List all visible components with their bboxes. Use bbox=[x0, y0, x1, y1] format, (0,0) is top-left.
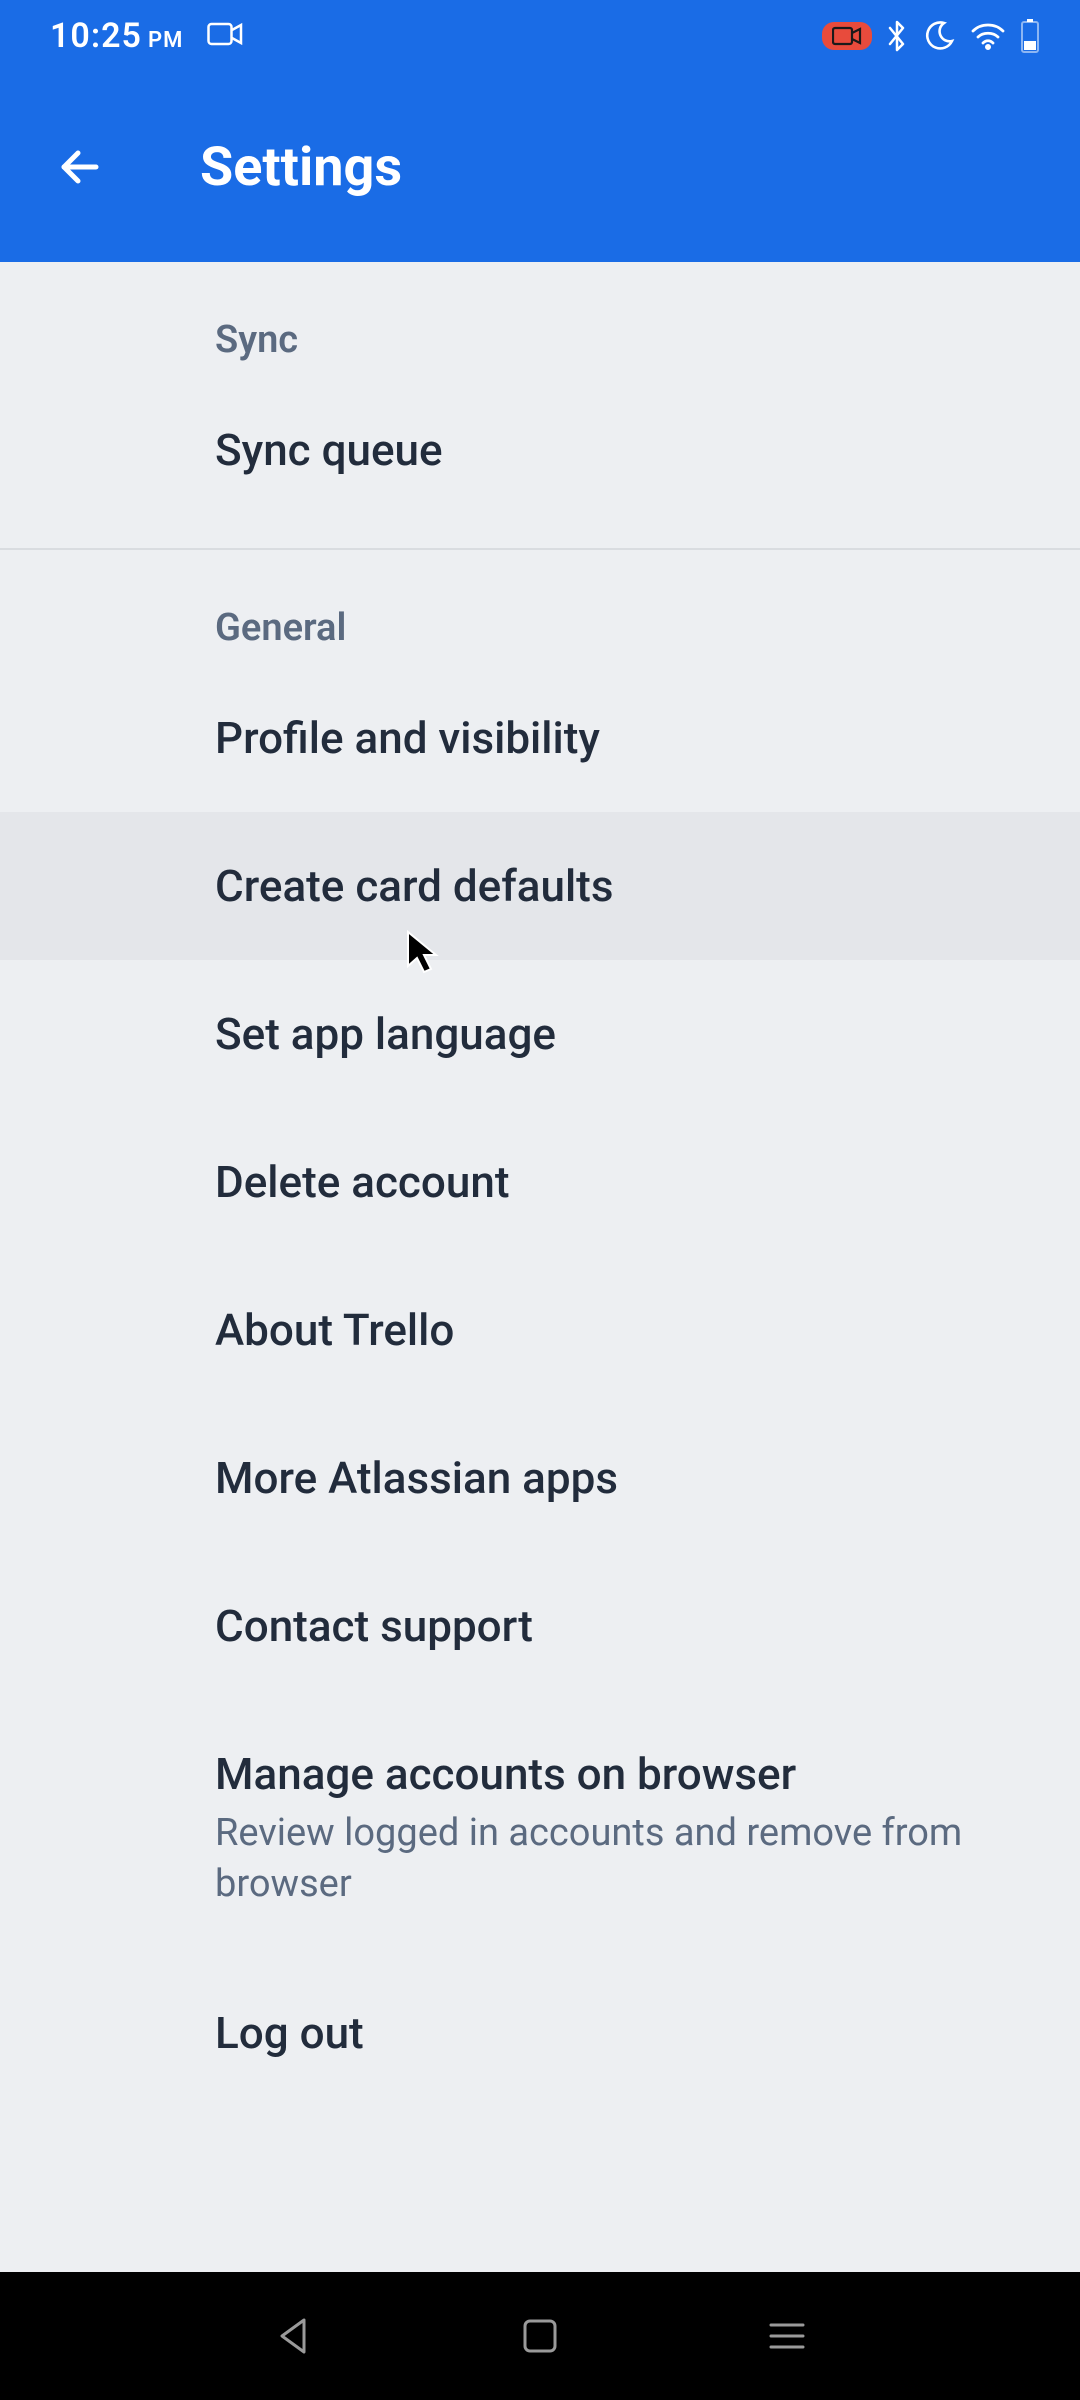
status-left: 10:25 PM bbox=[50, 16, 243, 56]
triangle-back-icon bbox=[276, 2316, 310, 2356]
status-ampm: PM bbox=[148, 28, 183, 53]
page-title: Settings bbox=[200, 136, 402, 199]
item-label: Manage accounts on browser bbox=[215, 1748, 796, 1800]
system-nav-bar bbox=[0, 2272, 1080, 2400]
item-label: About Trello bbox=[215, 1304, 454, 1356]
status-right bbox=[822, 19, 1040, 53]
item-label: Set app language bbox=[215, 1008, 556, 1060]
camera-icon bbox=[207, 21, 243, 47]
item-delete-account[interactable]: Delete account bbox=[0, 1108, 1080, 1256]
item-label: Contact support bbox=[215, 1600, 533, 1652]
menu-recents-icon bbox=[767, 2320, 807, 2352]
battery-icon bbox=[1020, 19, 1040, 53]
back-button[interactable] bbox=[50, 137, 110, 197]
screen-record-icon bbox=[822, 22, 872, 50]
item-manage-accounts[interactable]: Manage accounts on browser Review logged… bbox=[0, 1700, 1080, 1959]
wifi-icon bbox=[970, 22, 1006, 50]
bluetooth-icon bbox=[886, 19, 908, 53]
item-profile-visibility[interactable]: Profile and visibility bbox=[0, 664, 1080, 812]
item-set-app-language[interactable]: Set app language bbox=[0, 960, 1080, 1108]
nav-home-button[interactable] bbox=[500, 2296, 580, 2376]
nav-recents-button[interactable] bbox=[747, 2296, 827, 2376]
app-bar: Settings bbox=[0, 72, 1080, 262]
item-label: Profile and visibility bbox=[215, 712, 600, 764]
settings-content: Sync Sync queue General Profile and visi… bbox=[0, 262, 1080, 2107]
item-about-trello[interactable]: About Trello bbox=[0, 1256, 1080, 1404]
item-contact-support[interactable]: Contact support bbox=[0, 1552, 1080, 1700]
section-header-sync: Sync bbox=[0, 262, 1080, 376]
arrow-left-icon bbox=[54, 141, 106, 193]
item-sync-queue[interactable]: Sync queue bbox=[0, 376, 1080, 524]
item-label: Create card defaults bbox=[215, 860, 613, 912]
item-label: More Atlassian apps bbox=[215, 1452, 618, 1504]
item-subtext: Review logged in accounts and remove fro… bbox=[215, 1808, 1040, 1911]
moon-icon bbox=[922, 19, 956, 53]
status-bar: 10:25 PM bbox=[0, 0, 1080, 72]
item-log-out[interactable]: Log out bbox=[0, 1959, 1080, 2107]
status-time: 10:25 bbox=[50, 16, 142, 56]
item-label: Delete account bbox=[215, 1156, 509, 1208]
item-more-atlassian-apps[interactable]: More Atlassian apps bbox=[0, 1404, 1080, 1552]
item-label: Sync queue bbox=[215, 424, 443, 476]
item-create-card-defaults[interactable]: Create card defaults bbox=[0, 812, 1080, 960]
item-label: Log out bbox=[215, 2007, 364, 2059]
section-header-general: General bbox=[0, 550, 1080, 664]
nav-back-button[interactable] bbox=[253, 2296, 333, 2376]
square-home-icon bbox=[522, 2318, 558, 2354]
